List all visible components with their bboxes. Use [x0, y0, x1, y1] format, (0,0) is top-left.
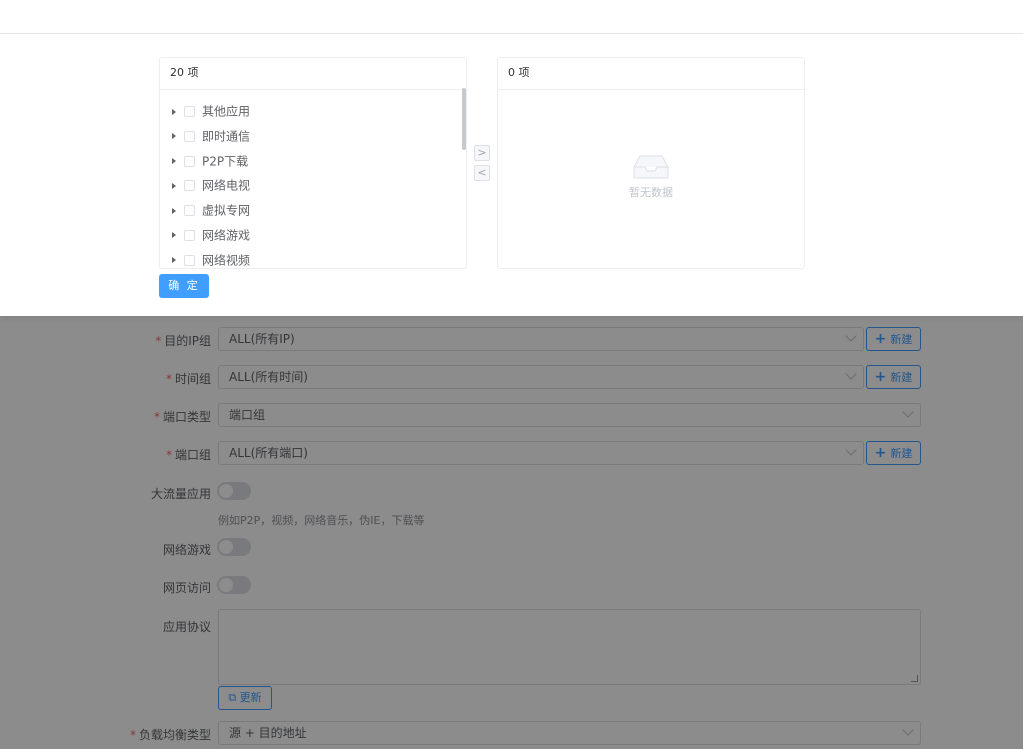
tree-list: 其他应用 即时通信 P2P下载 网络电视 虚拟专网 网络游戏 网络视频 — [160, 90, 466, 268]
checkbox[interactable] — [184, 229, 195, 241]
modal-overlay[interactable] — [0, 316, 1023, 749]
tree-item[interactable]: 虚拟专网 — [160, 198, 466, 223]
move-right-button[interactable]: > — [474, 145, 490, 161]
empty-state: 暂无数据 — [498, 154, 804, 200]
scrollbar[interactable] — [462, 88, 466, 150]
tree-item[interactable]: P2P下载 — [160, 149, 466, 174]
tree-item[interactable]: 其他应用 — [160, 99, 466, 124]
tree-item[interactable]: 网络视频 — [160, 248, 466, 268]
empty-text: 暂无数据 — [629, 186, 673, 199]
checkbox[interactable] — [184, 180, 195, 192]
caret-right-icon[interactable] — [172, 207, 176, 214]
caret-right-icon[interactable] — [172, 257, 176, 264]
empty-box-icon — [633, 155, 669, 179]
tree-item[interactable]: 网络游戏 — [160, 223, 466, 248]
caret-right-icon[interactable] — [172, 133, 176, 140]
checkbox[interactable] — [184, 205, 195, 217]
checkbox[interactable] — [184, 106, 195, 117]
caret-right-icon[interactable] — [172, 158, 176, 165]
caret-right-icon[interactable] — [172, 182, 176, 189]
caret-right-icon[interactable] — [172, 232, 176, 239]
divider — [0, 33, 1023, 34]
tree-item[interactable]: 网络电视 — [160, 173, 466, 198]
checkbox[interactable] — [184, 130, 195, 142]
confirm-button[interactable]: 确 定 — [159, 274, 209, 298]
source-count: 20 项 — [160, 58, 466, 90]
move-left-button[interactable]: < — [474, 165, 490, 181]
caret-right-icon[interactable] — [172, 108, 176, 115]
checkbox[interactable] — [184, 254, 195, 266]
transfer-target-list: 0 项 暂无数据 — [497, 57, 805, 269]
tree-item[interactable]: 即时通信 — [160, 124, 466, 149]
transfer-source-list: 20 项 其他应用 即时通信 P2P下载 网络电视 虚拟专网 网络游戏 网络视频 — [159, 57, 467, 269]
checkbox[interactable] — [184, 155, 195, 167]
app-select-panel: 20 项 其他应用 即时通信 P2P下载 网络电视 虚拟专网 网络游戏 网络视频… — [0, 0, 1023, 316]
target-count: 0 项 — [498, 58, 804, 90]
